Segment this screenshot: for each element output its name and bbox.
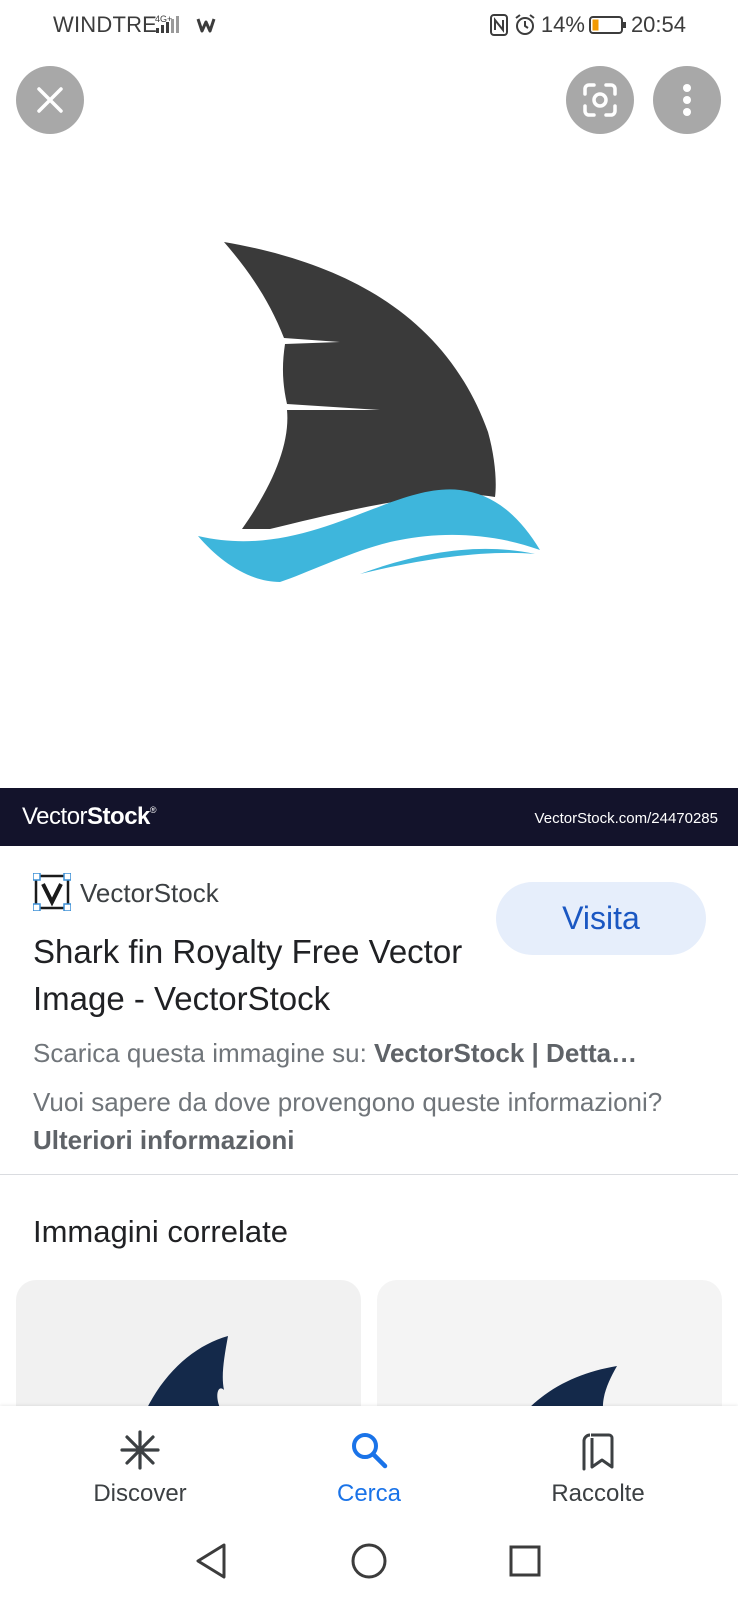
visit-button[interactable]: Visita	[496, 882, 706, 955]
watermark-url: VectorStock.com/24470285	[534, 810, 718, 827]
carrier-label: WINDTRE	[53, 12, 158, 37]
watermark-band: VectorStock® VectorStock.com/24470285	[0, 788, 738, 846]
nav-collections-label: Raccolte	[551, 1480, 645, 1507]
more-vert-icon	[683, 84, 691, 116]
divider	[0, 1174, 738, 1175]
related-image-card[interactable]	[377, 1280, 722, 1410]
bottom-navigation: Discover Cerca Raccolte	[0, 1406, 738, 1520]
status-right-group: 14% 20:54	[489, 12, 686, 38]
lens-icon	[583, 83, 617, 117]
signal-4g-icon: 4G+	[155, 14, 216, 33]
source-favicon-icon	[33, 873, 71, 911]
system-navigation	[0, 1520, 738, 1600]
home-button[interactable]	[344, 1536, 394, 1586]
carrier-w-icon	[196, 18, 216, 33]
close-button[interactable]	[16, 66, 84, 134]
alarm-icon	[515, 14, 535, 35]
nav-search-label: Cerca	[336, 1480, 402, 1507]
lens-button[interactable]	[566, 66, 634, 134]
back-triangle-icon	[196, 1543, 226, 1579]
shark-fin-image	[198, 242, 540, 582]
related-fin-thumbnail	[146, 1336, 228, 1410]
nav-collections[interactable]: Raccolte	[498, 1406, 698, 1520]
asterisk-icon	[120, 1430, 160, 1470]
recents-square-icon	[509, 1545, 541, 1577]
nav-search[interactable]: Cerca	[269, 1406, 469, 1520]
related-image-card[interactable]	[16, 1280, 361, 1410]
related-heading: Immagini correlate	[33, 1214, 288, 1249]
more-options-button[interactable]	[653, 66, 721, 134]
result-title[interactable]: Shark fin Royalty Free Vector Image - Ve…	[33, 928, 493, 1022]
nav-discover-label: Discover	[93, 1480, 187, 1507]
search-icon	[352, 1433, 388, 1469]
back-button[interactable]	[186, 1536, 236, 1586]
close-icon	[37, 87, 63, 113]
nfc-icon	[489, 14, 508, 36]
clock: 20:54	[630, 12, 686, 37]
recents-button[interactable]	[500, 1536, 550, 1586]
nav-discover[interactable]: Discover	[40, 1406, 240, 1520]
battery-icon	[588, 16, 626, 34]
more-info-link[interactable]: Ulteriori informazioni	[33, 1125, 294, 1155]
battery-percent: 14%	[540, 12, 585, 37]
related-fin-thumbnail	[527, 1366, 617, 1410]
download-source-line: Scarica questa immagine su: VectorStock …	[33, 1038, 638, 1068]
collections-bookmark-icon	[582, 1433, 614, 1471]
home-circle-icon	[351, 1543, 387, 1579]
watermark-brand: VectorStock®	[22, 803, 157, 830]
svg-text:4G+: 4G+	[155, 14, 172, 24]
info-line: Vuoi sapere da dove provengono queste in…	[33, 1087, 663, 1155]
source-name[interactable]: VectorStock	[80, 878, 219, 909]
status-bar: WINDTRE 4G+ 14% 20:54	[0, 0, 738, 50]
